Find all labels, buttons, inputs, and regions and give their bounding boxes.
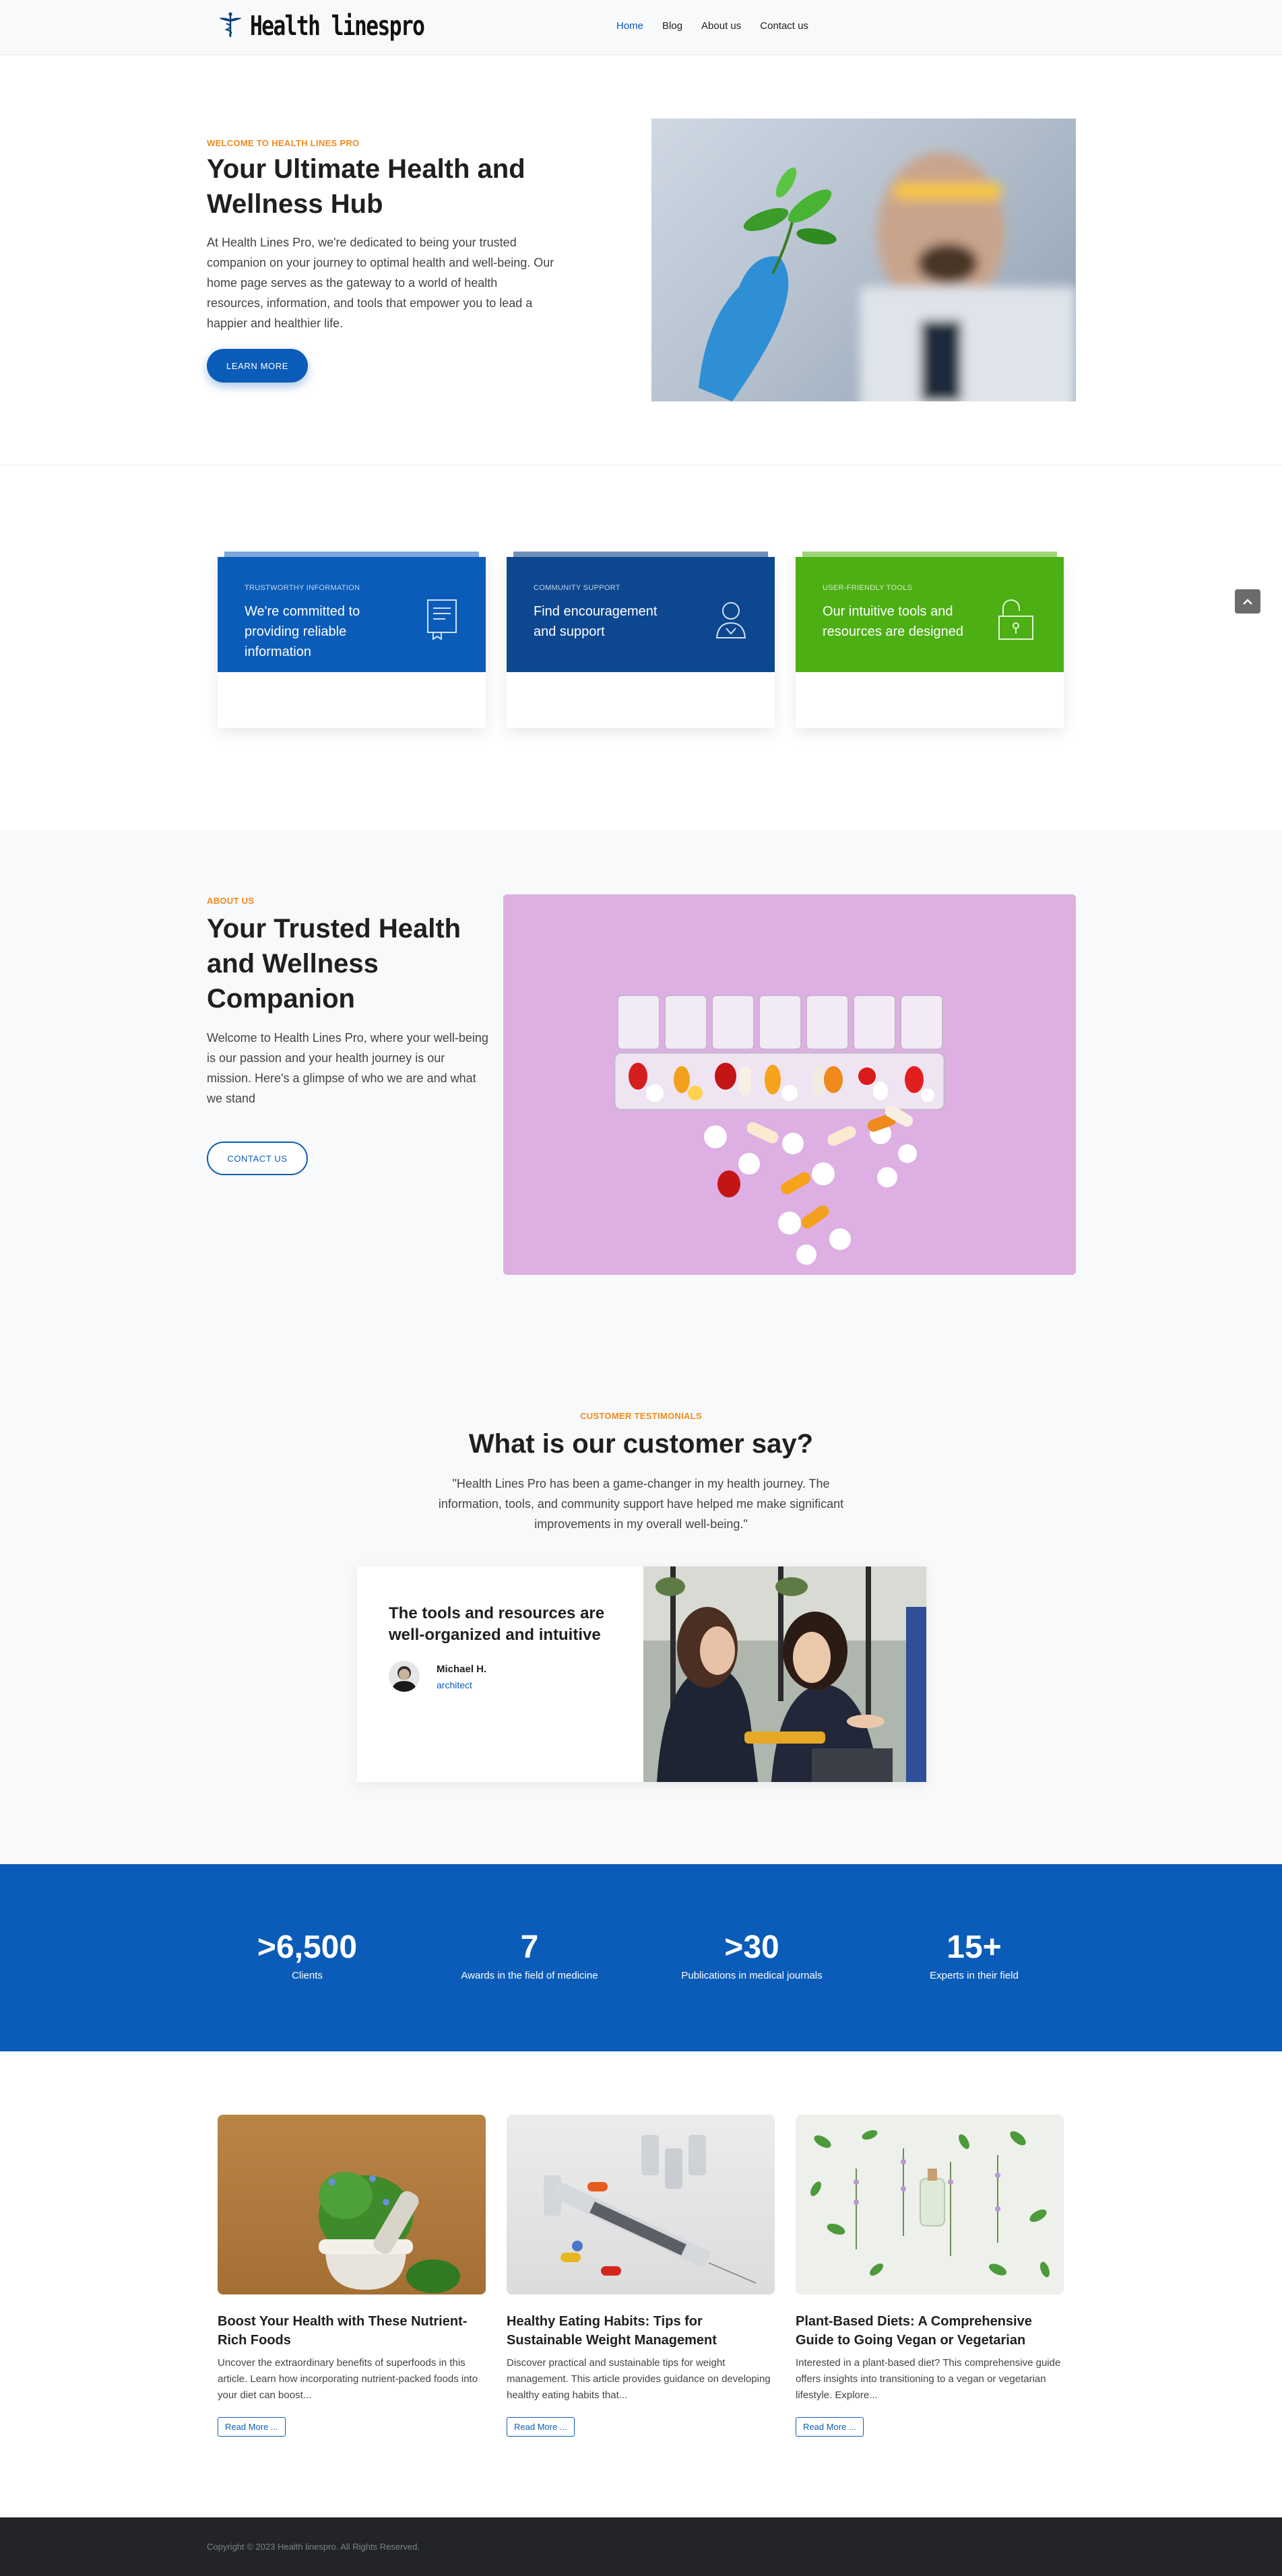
read-more-button[interactable]: Read More ... [507, 2417, 575, 2437]
hero-text: At Health Lines Pro, we're dedicated to … [207, 236, 554, 330]
brand-logo[interactable]: Health linespro [218, 11, 473, 42]
stat-experts: 15+ Experts in their field [887, 1929, 1062, 1981]
feature-card-trustworthy[interactable]: TRUSTWORTHY INFORMATION We're committed … [218, 552, 486, 728]
about-image [503, 894, 1076, 1275]
about-text: Welcome to Health Lines Pro, where your … [207, 1031, 488, 1105]
testimonial-card: The tools and resources are well-organiz… [357, 1566, 926, 1782]
read-more-button[interactable]: Read More ... [218, 2417, 286, 2437]
read-more-button[interactable]: Read More ... [796, 2417, 864, 2437]
feature-card-tools[interactable]: USER-FRIENDLY TOOLS Our intuitive tools … [796, 552, 1064, 728]
stat-number: >6,500 [257, 1929, 358, 1965]
card-stack-edge [224, 552, 479, 557]
testimonial-image [643, 1566, 926, 1782]
card-stack-edge [802, 552, 1057, 557]
stat-number: 7 [520, 1929, 539, 1965]
nav-about[interactable]: About us [701, 20, 741, 32]
feature-card-header: USER-FRIENDLY TOOLS Our intuitive tools … [796, 557, 1064, 672]
hero-image [651, 119, 1076, 401]
feature-title: Our intuitive tools and resources are de… [823, 604, 964, 639]
site-footer: Copyright © 2023 Health linespro. All Ri… [0, 2517, 1282, 2576]
stat-publications: >30 Publications in medical journals [664, 1929, 839, 1981]
blog-image-syringe[interactable] [507, 2115, 775, 2294]
blog-card: Boost Your Health with These Nutrient-Ri… [218, 2115, 486, 2437]
person-icon [714, 597, 748, 645]
learn-more-button[interactable]: LEARN MORE [207, 349, 308, 383]
stat-label: Awards in the field of medicine [461, 1970, 598, 1981]
stats-section [0, 1864, 1282, 2051]
blog-title[interactable]: Plant-Based Diets: A Comprehensive Guide… [796, 2312, 1064, 2350]
nav-blog[interactable]: Blog [662, 20, 682, 32]
brand-name: Health linespro [250, 11, 425, 42]
testimonials-title: What is our customer say? [468, 1429, 814, 1459]
testimonials-eyebrow: CUSTOMER TESTIMONIALS [580, 1411, 702, 1421]
nav-home[interactable]: Home [616, 20, 643, 32]
document-icon [425, 597, 459, 645]
avatar [389, 1661, 420, 1692]
feature-title: Find encouragement and support [534, 604, 658, 639]
main-nav: Home Blog About us Contact us [616, 20, 808, 32]
nav-contact[interactable]: Contact us [760, 20, 808, 32]
blog-image-herbs[interactable] [796, 2115, 1064, 2294]
blog-excerpt: Interested in a plant-based diet? This c… [796, 2357, 1061, 2401]
stat-clients: >6,500 Clients [220, 1929, 395, 1981]
page: Health linespro Home Blog About us Conta… [0, 0, 1282, 2576]
unlock-icon [996, 597, 1037, 645]
caduceus-icon [218, 11, 243, 42]
blog-image-mortar[interactable] [218, 2115, 486, 2294]
chevron-up-icon [1243, 599, 1252, 605]
blog-card: Plant-Based Diets: A Comprehensive Guide… [796, 2115, 1064, 2437]
hero-eyebrow: WELCOME TO HEALTH LINES PRO [207, 138, 360, 148]
stat-awards: 7 Awards in the field of medicine [442, 1929, 617, 1981]
stat-number: >30 [724, 1929, 779, 1965]
testimonial-role: architect [437, 1680, 472, 1690]
blog-title[interactable]: Healthy Eating Habits: Tips for Sustaina… [507, 2312, 775, 2350]
stat-label: Publications in medical journals [681, 1970, 823, 1981]
about-eyebrow: ABOUT US [207, 896, 255, 906]
stat-label: Clients [292, 1970, 323, 1981]
about-title: Your Trusted Health and Wellness Compani… [207, 914, 461, 1014]
blog-excerpt: Uncover the extraordinary benefits of su… [218, 2357, 478, 2401]
contact-us-button[interactable]: CONTACT US [207, 1142, 308, 1175]
back-to-top-button[interactable] [1235, 589, 1260, 614]
feature-card-header: COMMUNITY SUPPORT Find encouragement and… [507, 557, 775, 672]
stat-number: 15+ [947, 1929, 1002, 1965]
feature-tag: COMMUNITY SUPPORT [534, 584, 620, 592]
testimonial-card-title: The tools and resources are well-organiz… [389, 1604, 605, 1644]
testimonial-quote: "Health Lines Pro has been a game-change… [438, 1477, 844, 1531]
hero-title: Your Ultimate Health and Wellness Hub [207, 154, 525, 219]
blog-card: Healthy Eating Habits: Tips for Sustaina… [507, 2115, 775, 2437]
testimonial-author: Michael H. [437, 1663, 487, 1675]
stat-label: Experts in their field [930, 1970, 1019, 1981]
feature-tag: TRUSTWORTHY INFORMATION [245, 584, 360, 592]
card-stack-edge [513, 552, 768, 557]
feature-tag: USER-FRIENDLY TOOLS [823, 584, 913, 592]
feature-title: We're committed to providing reliable in… [245, 604, 360, 659]
site-header: Health linespro Home Blog About us Conta… [0, 0, 1282, 55]
blog-excerpt: Discover practical and sustainable tips … [507, 2357, 771, 2401]
feature-card-community[interactable]: COMMUNITY SUPPORT Find encouragement and… [507, 552, 775, 728]
blog-title[interactable]: Boost Your Health with These Nutrient-Ri… [218, 2312, 486, 2350]
feature-card-header: TRUSTWORTHY INFORMATION We're committed … [218, 557, 486, 672]
copyright-text: Copyright © 2023 Health linespro. All Ri… [207, 2542, 420, 2552]
